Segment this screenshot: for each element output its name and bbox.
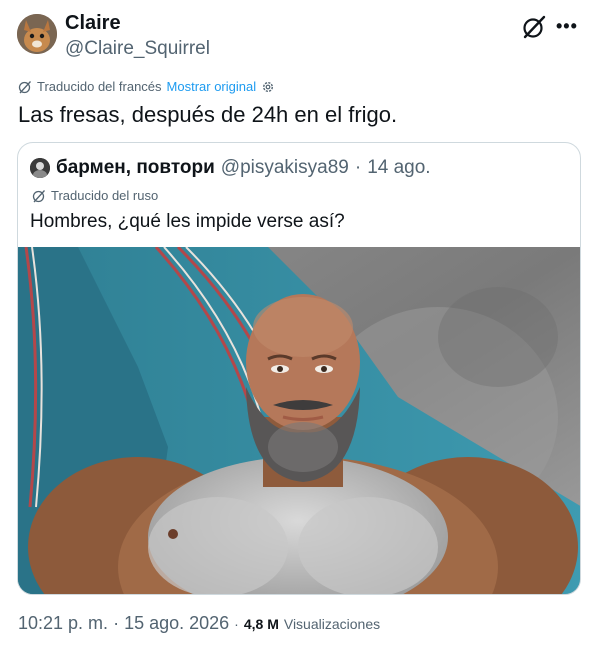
quoted-photo[interactable] [18,245,580,594]
quoted-tweet[interactable]: бармен, повтори @pisyakisya89 · 14 ago. … [17,142,581,595]
quoted-handle[interactable]: @pisyakisya89 [221,157,349,179]
translate-icon [32,189,45,202]
quoted-tweet-header: бармен, повтори @pisyakisya89 · 14 ago. [30,157,431,179]
translated-from-label: Traducido del francés [37,79,162,94]
views-label[interactable]: Visualizaciones [284,616,380,632]
tweet-date[interactable]: 15 ago. 2026 [124,613,229,634]
quoted-display-name[interactable]: бармен, повтори [56,157,215,179]
grok-icon[interactable] [521,14,547,40]
views-count: 4,8 M [243,616,279,632]
translation-bar: Traducido del francés Mostrar original [18,79,275,94]
quoted-date[interactable]: 14 ago. [367,157,430,179]
more-options-icon[interactable]: ••• [556,16,578,37]
quoted-translation-bar: Traducido del ruso [32,188,158,203]
quoted-tweet-text: Hombres, ¿qué les impide verse así? [30,211,345,232]
quoted-avatar[interactable] [30,158,50,178]
translate-icon [18,80,31,93]
tweet-text: Las fresas, después de 24h en el frigo. [18,102,398,127]
author-display-name[interactable]: Claire [65,12,121,35]
quoted-separator: · [354,157,362,178]
avatar[interactable] [17,14,57,54]
footer-separator: · [234,616,239,632]
settings-gear-icon[interactable] [261,80,275,94]
author-handle[interactable]: @Claire_Squirrel [65,38,210,60]
quoted-translated-label: Traducido del ruso [51,188,159,203]
show-original-link[interactable]: Mostrar original [167,79,257,94]
tweet-meta-footer: 10:21 p. m. · 15 ago. 2026 · 4,8 M Visua… [18,613,380,634]
footer-separator: · [113,613,120,633]
tweet-time[interactable]: 10:21 p. m. [18,613,108,634]
